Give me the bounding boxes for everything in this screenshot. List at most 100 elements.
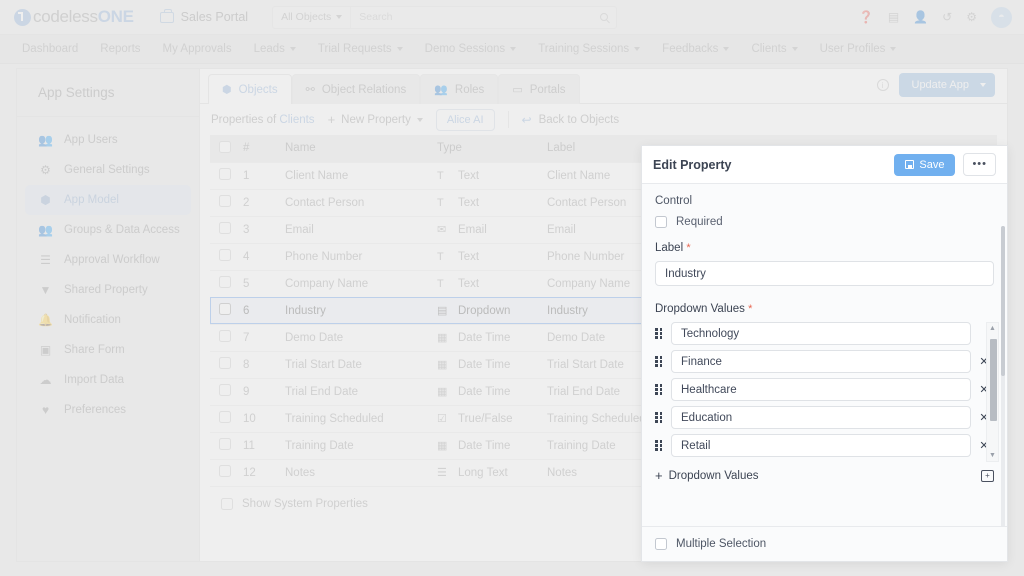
object-name[interactable]: Clients bbox=[279, 114, 314, 126]
scroll-down-icon[interactable]: ▼ bbox=[989, 452, 996, 459]
checkbox-icon[interactable] bbox=[219, 249, 231, 261]
row-checkbox-cell[interactable] bbox=[210, 243, 243, 270]
history-icon[interactable]: ↺ bbox=[942, 11, 952, 23]
required-checkbox-row[interactable]: Required bbox=[655, 216, 994, 228]
nav-item-clients[interactable]: Clients bbox=[751, 43, 798, 55]
sidebar-item-preferences[interactable]: ♥ Preferences bbox=[25, 395, 191, 425]
sidebar-item-groups-data-access[interactable]: 👥 Groups & Data Access bbox=[25, 215, 191, 245]
sidebar-item-app-model[interactable]: ⬢ App Model bbox=[25, 185, 191, 215]
checkbox-icon[interactable] bbox=[221, 497, 233, 510]
add-dropdown-values-row[interactable]: + Dropdown Values + bbox=[655, 468, 994, 483]
more-options-button[interactable]: ••• bbox=[963, 153, 996, 176]
gear-icon[interactable]: ⚙ bbox=[966, 11, 977, 23]
nav-item-user-profiles[interactable]: User Profiles bbox=[820, 43, 897, 55]
dropdown-value-input[interactable] bbox=[671, 406, 971, 429]
sidebar-item-approval-workflow[interactable]: ☰ Approval Workflow bbox=[25, 245, 191, 275]
sidebar-item-general-settings[interactable]: ⚙ General Settings bbox=[25, 155, 191, 185]
tab-object-relations[interactable]: ⚯ Object Relations bbox=[291, 74, 421, 104]
checkbox-icon[interactable] bbox=[219, 222, 231, 234]
envelope-icon: ✉ bbox=[437, 224, 447, 236]
app-logo[interactable]: codelessONE bbox=[14, 7, 134, 27]
drag-handle-icon[interactable] bbox=[655, 440, 664, 451]
row-checkbox-cell[interactable] bbox=[210, 189, 243, 216]
drag-handle-icon[interactable] bbox=[655, 384, 664, 395]
sidebar-item-import-data[interactable]: ☁ Import Data bbox=[25, 365, 191, 395]
drag-handle-icon[interactable] bbox=[655, 356, 664, 367]
sidebar-item-shared-property[interactable]: ▼ Shared Property bbox=[25, 275, 191, 305]
checkbox-icon[interactable] bbox=[219, 168, 231, 180]
row-type: T Text bbox=[437, 270, 547, 297]
nav-item-reports[interactable]: Reports bbox=[100, 43, 140, 55]
dropdown-value-input[interactable] bbox=[671, 378, 971, 401]
search-input[interactable] bbox=[359, 11, 593, 23]
row-checkbox-cell[interactable] bbox=[210, 162, 243, 189]
nav-label: My Approvals bbox=[162, 43, 232, 55]
checkbox-icon[interactable] bbox=[655, 538, 667, 550]
search-icon[interactable] bbox=[600, 13, 609, 21]
nav-item-dashboard[interactable]: Dashboard bbox=[22, 43, 78, 55]
sidebar-item-app-users[interactable]: 👥 App Users bbox=[25, 125, 191, 155]
row-checkbox-cell[interactable] bbox=[210, 324, 243, 351]
header-select-all[interactable] bbox=[210, 135, 243, 162]
checkbox-icon[interactable] bbox=[219, 330, 231, 342]
nav-item-trial-requests[interactable]: Trial Requests bbox=[318, 43, 403, 55]
alice-ai-button[interactable]: Alice AI bbox=[435, 108, 495, 131]
checkbox-icon[interactable] bbox=[655, 216, 667, 228]
row-checkbox-cell[interactable] bbox=[210, 378, 243, 405]
app-root: codelessONE Sales Portal All Objects ❓ ▤ bbox=[0, 0, 1024, 576]
row-checkbox-cell[interactable] bbox=[210, 270, 243, 297]
checkbox-icon[interactable] bbox=[219, 438, 231, 450]
nav-item-demo-sessions[interactable]: Demo Sessions bbox=[425, 43, 517, 55]
row-checkbox-cell[interactable] bbox=[210, 351, 243, 378]
tab-roles[interactable]: 👥 Roles bbox=[420, 74, 499, 104]
dropdown-value-input[interactable] bbox=[671, 434, 971, 457]
drag-handle-icon[interactable] bbox=[655, 328, 664, 339]
checkbox-icon[interactable] bbox=[219, 384, 231, 396]
new-property-button[interactable]: + New Property bbox=[328, 112, 423, 127]
checkbox-icon[interactable] bbox=[219, 357, 231, 369]
dropdown-value-input[interactable] bbox=[671, 350, 971, 373]
row-checkbox-cell[interactable] bbox=[210, 216, 243, 243]
save-button[interactable]: Save bbox=[894, 153, 956, 176]
add-user-icon[interactable]: 👤 bbox=[913, 11, 928, 23]
sidebar-item-share-form[interactable]: ▣ Share Form bbox=[25, 335, 191, 365]
row-checkbox-cell[interactable] bbox=[210, 432, 243, 459]
avatar[interactable]: ◓ bbox=[991, 6, 1012, 28]
checkbox-icon[interactable] bbox=[219, 140, 231, 153]
update-app-button[interactable]: Update App bbox=[898, 73, 995, 97]
tab-label: Portals bbox=[529, 83, 566, 96]
row-checkbox-cell[interactable] bbox=[210, 297, 243, 324]
sidebar-item-notification[interactable]: 🔔 Notification bbox=[25, 305, 191, 335]
nav-item-feedbacks[interactable]: Feedbacks bbox=[662, 43, 730, 55]
nav-item-leads[interactable]: Leads bbox=[254, 43, 296, 55]
dropdown-value-input[interactable] bbox=[671, 322, 971, 345]
multiple-selection-row[interactable]: Multiple Selection bbox=[642, 526, 1007, 561]
checkbox-icon[interactable] bbox=[219, 195, 231, 207]
checkbox-icon[interactable] bbox=[219, 276, 231, 288]
scroll-up-icon[interactable]: ▲ bbox=[989, 325, 996, 332]
dropdown-values-scrollbar[interactable]: ▲ ▼ bbox=[986, 322, 999, 462]
nav-item-my-approvals[interactable]: My Approvals bbox=[163, 43, 232, 55]
panel-scrollbar-thumb[interactable] bbox=[1001, 226, 1005, 376]
tab-portals[interactable]: ▭ Portals bbox=[498, 74, 580, 104]
add-box-icon[interactable]: + bbox=[981, 469, 994, 482]
help-icon[interactable]: ❓ bbox=[859, 11, 874, 23]
search-scope-dropdown[interactable]: All Objects bbox=[273, 6, 352, 28]
drag-handle-icon[interactable] bbox=[655, 412, 664, 423]
panel-scrollbar[interactable] bbox=[1001, 226, 1005, 526]
row-checkbox-cell[interactable] bbox=[210, 405, 243, 432]
nav-item-training-sessions[interactable]: Training Sessions bbox=[538, 43, 641, 55]
info-icon[interactable]: i bbox=[876, 79, 889, 91]
checkbox-icon[interactable] bbox=[219, 465, 231, 477]
scrollbar-thumb[interactable] bbox=[989, 339, 997, 421]
tab-objects[interactable]: ⬢ Objects bbox=[208, 74, 292, 104]
database-icon[interactable]: ▤ bbox=[888, 11, 899, 23]
checkbox-icon[interactable] bbox=[219, 303, 231, 315]
label-input[interactable] bbox=[655, 261, 994, 286]
global-search[interactable]: All Objects bbox=[272, 5, 618, 29]
checkbox-icon[interactable] bbox=[219, 411, 231, 423]
portal-selector[interactable]: Sales Portal bbox=[159, 8, 248, 24]
row-checkbox-cell[interactable] bbox=[210, 459, 243, 486]
logo-text-light: codeless bbox=[33, 7, 98, 26]
back-to-objects-button[interactable]: ↩ Back to Objects bbox=[522, 113, 620, 127]
